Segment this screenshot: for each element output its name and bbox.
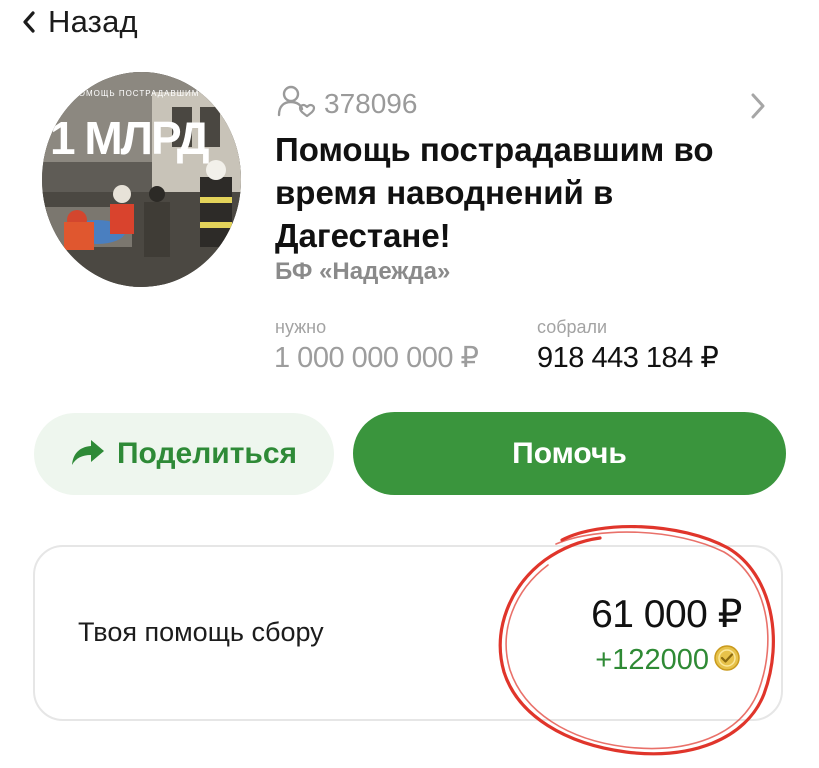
contribution-label: Твоя помощь сбору — [78, 617, 324, 647]
campaign-title: Помощь пострадавшим во время наводнений … — [275, 131, 714, 254]
help-label: Помочь — [512, 436, 627, 470]
need-value: 1 000 000 000 ₽ — [274, 342, 479, 374]
bonus-coin-icon — [713, 644, 741, 677]
cover-headline: 1 МЛРД — [50, 112, 209, 164]
back-label: Назад — [48, 4, 138, 39]
people-heart-icon — [276, 83, 316, 124]
cover-banner-text: ПОМОЩЬ ПОСТРАДАВШИМ — [72, 89, 199, 98]
bonus-points: +122000 — [595, 644, 741, 677]
collected-value: 918 443 184 ₽ — [537, 342, 719, 374]
supporters-counter[interactable]: 378096 — [276, 83, 417, 124]
share-button[interactable]: Поделиться — [34, 413, 334, 495]
back-button[interactable]: Назад — [22, 4, 138, 40]
supporters-count: 378096 — [324, 87, 418, 119]
contribution-amount: 61 000 ₽ — [591, 593, 742, 636]
chevron-left-icon — [22, 11, 36, 33]
collected-label: собрали — [537, 317, 608, 337]
campaign-cover-image[interactable]: 1 МЛРД ПОМОЩЬ ПОСТРАДАВШИМ — [42, 72, 241, 287]
bonus-value: +122000 — [595, 644, 709, 676]
help-button[interactable]: Помочь — [353, 412, 786, 495]
organization-name[interactable]: БФ «Надежда» — [275, 258, 450, 286]
need-label: нужно — [275, 317, 327, 337]
share-label: Поделиться — [116, 437, 298, 470]
chevron-right-icon[interactable] — [749, 92, 767, 125]
share-arrow-icon — [71, 438, 105, 471]
